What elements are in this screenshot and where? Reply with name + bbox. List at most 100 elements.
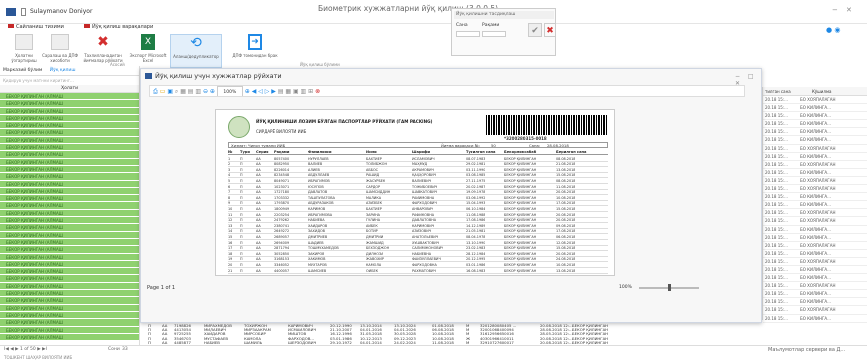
right-list-row[interactable]: 20.18 15:... БО КИЛИНГА... xyxy=(763,298,867,307)
right-list-row[interactable]: 20.18 15:... БО ХОЯПАЛАГАН xyxy=(763,96,867,105)
dpf-brak-button[interactable]: ➜ ДПФ томонидан брак xyxy=(228,34,282,68)
zoom-out-icon[interactable]: ⊖ xyxy=(203,88,208,95)
right-list-row[interactable]: 20.18 15:... БО ХОЯПАЛАГАН xyxy=(763,242,867,250)
right-list-row[interactable]: 20.18 15:... БО КИЛИНГА... xyxy=(763,128,867,137)
right-list-row[interactable]: 20.18 15:... БО КИЛИНГА... xyxy=(763,250,867,258)
right-list-row[interactable]: 20.18 15:... БО ХОЯПАЛАГАН xyxy=(763,258,867,266)
sort-report-button[interactable]: Саралаш ва ДПФ хисоботи xyxy=(40,34,80,68)
left-list-item[interactable]: БЕКОР ҚИЛИНГАН (АЛМАШ xyxy=(0,165,139,174)
left-list-item[interactable]: БЕКОР ҚИЛИНГАН (АЛМАШ xyxy=(0,231,139,239)
minimize-button[interactable]: − xyxy=(832,6,838,14)
zoom-slider-thumb[interactable] xyxy=(668,284,671,291)
right-list-row[interactable]: 20.18 15:... БО КИЛИНГА... xyxy=(763,315,867,323)
zoom-in-icon[interactable]: ⊕ xyxy=(210,88,215,95)
report-toolbar[interactable]: ⎙ ▭ ▣ ⌕ ▦ ▤ ▥ ⊖ ⊕ 100% ⊕ ◀ ◁ ▷ ▶ ▤ ▦ ▣ ▥… xyxy=(149,85,745,97)
left-list-item[interactable]: БЕКОР ҚИЛИНГАН (АЛМАШ xyxy=(0,217,139,225)
right-list-row[interactable]: 20.18 15:... БО ХОЯПАЛАГАН xyxy=(763,177,867,186)
left-list-item[interactable]: БЕКОР ҚИЛИНГАН (АЛМАШ xyxy=(0,173,139,181)
right-list-row[interactable]: 20.18 15:... БО КИЛИНГА... xyxy=(763,169,867,177)
left-list-item[interactable]: БЕКОР ҚИЛИНГАН (АЛМАШ xyxy=(0,129,139,137)
confirm-cancel-button[interactable]: ✖ xyxy=(544,23,556,37)
left-list-item[interactable]: БЕКОР ҚИЛИНГАН (АЛМАШ xyxy=(0,202,139,210)
left-list-item[interactable]: БЕКОР ҚИЛИНГАН (АЛМАШ xyxy=(0,253,139,261)
right-list-row[interactable]: 20.18 15:... БО КИЛИНГА... xyxy=(763,274,867,283)
left-list-item[interactable]: БЕКОР ҚИЛИНГАН (АЛМАШ xyxy=(0,209,139,218)
left-list-item[interactable]: БЕКОР ҚИЛИНГАН (АЛМАШ xyxy=(0,319,139,327)
left-list-item[interactable]: БЕКОР ҚИЛИНГАН (АЛМАШ xyxy=(0,275,139,283)
tab-delete[interactable]: Йўқ қилиш xyxy=(50,68,76,73)
number-label: Рақами xyxy=(482,23,500,28)
col-header-note[interactable]: Кўшилма xyxy=(812,89,832,94)
left-list-item[interactable]: БЕКОР ҚИЛИНГАН (АЛМАШ xyxy=(0,100,139,108)
left-list-item[interactable]: БЕКОР ҚИЛИНГАН (АЛМАШ xyxy=(0,107,139,115)
right-list-row[interactable]: 20.18 15:... БО ХОЯПАЛАГАН xyxy=(763,185,867,194)
right-list-row[interactable]: 20.18 15:... БО КИЛИНГА... xyxy=(763,112,867,121)
record-navigator[interactable]: Ⅰ◀ ◀ ▶ 1 of 50 ▶ ▶Ⅰ xyxy=(4,347,47,352)
ribbon-tab-2[interactable]: Йўқ қилиш варақалари xyxy=(84,24,153,30)
left-list-item[interactable]: БЕКОР ҚИЛИНГАН (АЛМАШ xyxy=(0,144,139,152)
right-list-row[interactable]: 20.18 15:... БО ХОЯПАЛАГАН xyxy=(763,161,867,169)
find-icon[interactable]: ⌕ ▦ ▤ ▥ xyxy=(175,88,201,95)
col-header-date[interactable]: тилган сана xyxy=(763,89,791,94)
tab-central[interactable]: Марказий бўлим xyxy=(3,68,42,73)
page-nav-icons[interactable]: ⊕ ◀ ◁ ▷ ▶ xyxy=(245,88,276,95)
left-list-item[interactable]: БЕКОР ҚИЛИНГАН (АЛМАШ xyxy=(0,114,139,123)
right-list-row[interactable]: 20.18 15:... БО КИЛИНГА... xyxy=(763,290,867,299)
right-list-row[interactable]: 20.18 15:... БО КИЛИНГА... xyxy=(763,120,867,129)
right-list-row[interactable]: 20.18 15:... БО КИЛИНГА... xyxy=(763,136,867,145)
close-button[interactable]: ✕ xyxy=(846,6,852,14)
confirm-check-button[interactable]: ✔ xyxy=(528,23,542,37)
right-list-row[interactable]: 20.18 15:... БО ХОЯПАЛАГАН xyxy=(763,282,867,291)
right-list-row[interactable]: 20.18 15:... БО ХОЯПАЛАГАН xyxy=(763,209,867,218)
export-excel-button[interactable]: X Экспорт Microsoft Excel xyxy=(128,34,168,68)
right-list-row[interactable]: 20.18 15:... БО КИЛИНГА... xyxy=(763,153,867,161)
left-list-item[interactable]: БЕКОР ҚИЛИНГАН (АЛМАШ xyxy=(0,136,139,145)
doc-table-cell: П xyxy=(240,167,243,172)
right-list-row[interactable]: 20.18 15:... БО ХОЯПАЛАГАН xyxy=(763,306,867,315)
left-list-item[interactable]: БЕКОР ҚИЛИНГАН (АЛМАШ xyxy=(0,297,139,305)
help-icon[interactable]: ● ◉ xyxy=(826,26,840,34)
left-list-item[interactable]: БЕКОР ҚИЛИНГАН (АЛМАШ xyxy=(0,333,139,342)
left-list-item[interactable]: БЕКОР ҚИЛИНГАН (АЛМАШ xyxy=(0,290,139,298)
open-icon[interactable]: ▭ xyxy=(160,88,166,95)
left-list-item[interactable]: БЕКОР ҚИЛИНГАН (АЛМАШ xyxy=(0,311,139,320)
left-list-item[interactable]: БЕКОР ҚИЛИНГАН (АЛМАШ xyxy=(0,326,139,334)
status-change-button[interactable]: Ҳолатни ўзгартириш xyxy=(4,34,44,68)
left-list-item[interactable]: БЕКОР ҚИЛИНГАН (АЛМАШ xyxy=(0,246,139,254)
ribbon-tab-1[interactable]: Сайланиш тизими xyxy=(8,24,64,30)
left-list-item[interactable]: БЕКОР ҚИЛИНГАН (АЛМАШ xyxy=(0,268,139,276)
left-list-item[interactable]: БЕКОР ҚИЛИНГАН (АЛМАШ xyxy=(0,187,139,196)
zoom-select[interactable]: 100% xyxy=(216,86,243,96)
search-input[interactable]: Қидирув учун матнни киритинг... xyxy=(0,76,139,85)
left-list-item[interactable]: БЕКОР ҚИЛИНГАН (АЛМАШ xyxy=(0,180,139,188)
right-list-row[interactable]: 20.18 15:... БО КИЛИНГА... xyxy=(763,104,867,113)
right-list-row[interactable]: 20.18 15:... БО КИЛИНГА... xyxy=(763,226,867,234)
left-list-item[interactable]: БЕКОР ҚИЛИНГАН (АЛМАШ xyxy=(0,282,139,291)
view-icons[interactable]: ▤ ▦ ▣ ▥ ⊞ xyxy=(278,88,313,95)
left-list-item[interactable]: БЕКОР ҚИЛИНГАН (АЛМАШ xyxy=(0,122,139,130)
right-list-row[interactable]: 20.18 15:... БО КИЛИНГА... xyxy=(763,234,867,242)
left-list-item[interactable]: БЕКОР ҚИЛИНГАН (АЛМАШ xyxy=(0,238,139,247)
notification-toast[interactable]: Маълумотлар сервери ва Д... xyxy=(762,346,867,362)
left-list-item[interactable]: БЕКОР ҚИЛИНГАН (АЛМАШ xyxy=(0,195,139,203)
right-rows: 20.18 15:... БО ХОЯПАЛАГАН 20.18 15:... БО … xyxy=(763,96,867,323)
right-list-row[interactable]: 20.18 15:... БО ХОЯПАЛАГАН xyxy=(763,145,867,153)
left-list-item[interactable]: БЕКОР ҚИЛИНГАН (АЛМАШ xyxy=(0,304,139,312)
right-list-row[interactable]: 20.18 15:... БО КИЛИНГА... xyxy=(763,266,867,275)
date-input[interactable] xyxy=(456,31,480,37)
left-list-item[interactable]: БЕКОР ҚИЛИНГАН (АЛМАШ xyxy=(0,224,139,232)
left-list-item[interactable]: БЕКОР ҚИЛИНГАН (АЛМАШ xyxy=(0,158,139,166)
left-list-item[interactable]: БЕКОР ҚИЛИНГАН (АЛМАШ xyxy=(0,151,139,159)
column-header-status[interactable]: Ҳолати xyxy=(0,85,139,93)
print-icon[interactable]: ⎙ xyxy=(153,88,158,95)
right-list-row[interactable]: 20.18 15:... БО ХОЯПАЛАГАН xyxy=(763,217,867,226)
left-list-item[interactable]: БЕКОР ҚИЛИНГАН (АЛМАШ xyxy=(0,93,139,101)
right-list-row[interactable]: 20.18 15:... БО КИЛИНГА... xyxy=(763,201,867,210)
right-list-row[interactable]: 20.18 15:... БО КИЛИНГА... xyxy=(763,193,867,202)
close-preview-icon[interactable]: ⊗ xyxy=(315,88,320,95)
sync-button[interactable]: ⟲ Аланш/дедупликатор xyxy=(170,34,222,68)
number-input[interactable] xyxy=(482,31,506,37)
grid-row[interactable]: П AA 4485877 НАБИЕВ ШАМИЛЬ ШЕРЗОДОВИЧ 29.10.19… xyxy=(140,340,762,345)
left-list-item[interactable]: БЕКОР ҚИЛИНГАН (АЛМАШ xyxy=(0,260,139,269)
save-icon[interactable]: ▣ xyxy=(167,88,173,95)
